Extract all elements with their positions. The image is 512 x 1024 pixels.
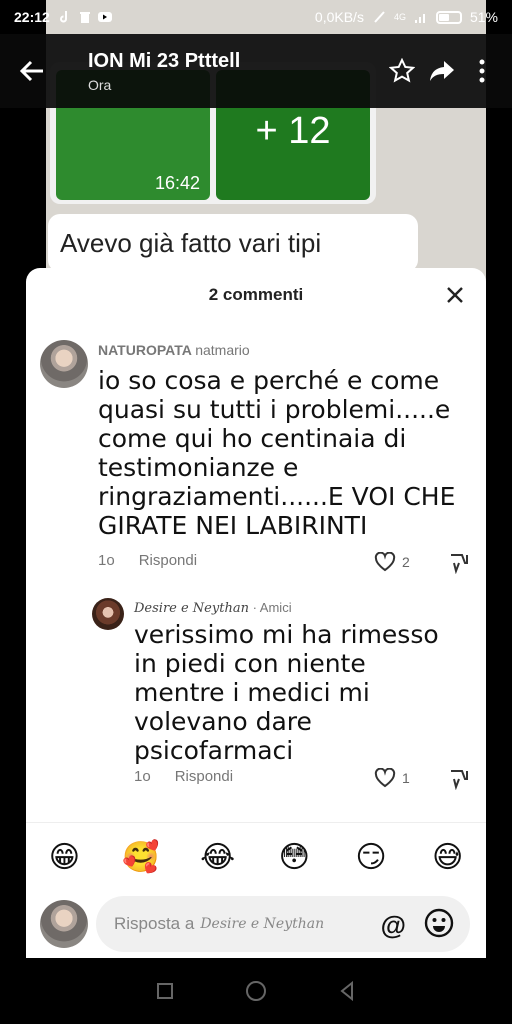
share-button[interactable] bbox=[422, 51, 462, 91]
emoji-button[interactable]: 😳 bbox=[272, 840, 316, 875]
comment-meta: 1o Rispondi bbox=[134, 768, 233, 785]
like-count: 2 bbox=[402, 554, 410, 570]
dislike-button[interactable] bbox=[448, 768, 470, 795]
reply-button[interactable]: Rispondi bbox=[175, 768, 233, 785]
network-speed: 0,0KB/s bbox=[314, 9, 364, 25]
status-time: 22:12 bbox=[14, 9, 50, 25]
more-media-count: + 12 bbox=[255, 110, 331, 152]
tiktok-icon bbox=[59, 11, 67, 23]
thumb-down-icon bbox=[451, 554, 468, 575]
chat-title: ION Mi 23 Ptttell bbox=[88, 49, 241, 72]
reply-input[interactable]: Risposta a Desire e Neythan @ bbox=[96, 896, 470, 952]
emoji-button[interactable]: 😅 bbox=[426, 840, 470, 875]
heart-icon bbox=[374, 552, 396, 572]
comment-reply-item: Desire e Neythan · Amici verissimo mi ha… bbox=[26, 596, 486, 796]
smiley-icon[interactable] bbox=[424, 908, 454, 938]
avatar[interactable] bbox=[92, 598, 124, 630]
battery-level: 51% bbox=[469, 9, 498, 25]
network-type: 4G bbox=[393, 12, 406, 22]
status-right: 0,0KB/s 4G 51% bbox=[315, 9, 498, 25]
avatar bbox=[40, 900, 88, 948]
trash-icon bbox=[79, 12, 90, 23]
nav-square-icon[interactable] bbox=[153, 979, 177, 1003]
comment-text: verissimo mi ha rimesso in piedi con nie… bbox=[134, 620, 439, 765]
comment-age: 1o bbox=[134, 768, 151, 785]
emoji-button[interactable]: 😏 bbox=[349, 840, 393, 875]
comments-title: 2 commenti bbox=[208, 285, 304, 304]
emoji-button[interactable]: 🥰 bbox=[119, 840, 163, 875]
comment-age: 1o bbox=[98, 552, 115, 569]
comments-sheet: 2 commenti NATUROPATA natmario io so cos… bbox=[26, 268, 486, 958]
comments-header: 2 commenti bbox=[26, 268, 486, 322]
more-button[interactable] bbox=[462, 51, 502, 91]
media-time: 16:42 bbox=[154, 173, 200, 193]
reply-prefix: Risposta a bbox=[114, 914, 195, 933]
comment-author[interactable]: Desire e Neythan · Amici bbox=[134, 600, 292, 616]
star-icon bbox=[389, 58, 415, 83]
notification-icons bbox=[58, 10, 112, 24]
comment-item: NATUROPATA natmario io so cosa e perché … bbox=[26, 336, 486, 576]
back-arrow-icon bbox=[19, 60, 43, 82]
like-count: 1 bbox=[402, 770, 410, 786]
author-handle: natmario bbox=[195, 342, 250, 358]
comment-meta: 1o Rispondi bbox=[98, 552, 197, 569]
reply-composer: Risposta a Desire e Neythan @ bbox=[26, 892, 486, 958]
chat-message-bubble: Avevo già fatto vari tipi bbox=[48, 214, 418, 272]
more-vertical-icon bbox=[479, 59, 485, 83]
signal-icon bbox=[414, 14, 425, 23]
friend-tag: · Amici bbox=[252, 600, 292, 615]
thumb-down-icon bbox=[451, 770, 468, 791]
reply-button[interactable]: Rispondi bbox=[139, 552, 197, 569]
chat-title-block[interactable]: ION Mi 23 Ptttell Ora bbox=[64, 50, 382, 93]
share-icon bbox=[430, 61, 454, 81]
battery-icon bbox=[435, 10, 462, 24]
author-name: NATUROPATA bbox=[98, 342, 192, 358]
comment-text: io so cosa e perché e come quasi su tutt… bbox=[98, 366, 456, 540]
close-icon bbox=[447, 287, 463, 303]
youtube-icon bbox=[97, 12, 112, 22]
chat-header: ION Mi 23 Ptttell Ora bbox=[0, 34, 512, 108]
comment-author[interactable]: NATUROPATA natmario bbox=[98, 342, 250, 358]
mention-button[interactable]: @ bbox=[381, 910, 406, 941]
like-button[interactable]: 2 bbox=[374, 552, 410, 572]
avatar[interactable] bbox=[40, 340, 88, 388]
system-nav-bar bbox=[0, 958, 512, 1024]
reply-target: Desire e Neythan bbox=[200, 916, 325, 932]
heart-icon bbox=[374, 768, 396, 788]
emoji-quick-bar: 😁 🥰 😂 😳 😏 😅 bbox=[26, 822, 486, 892]
nav-home-icon[interactable] bbox=[244, 979, 268, 1003]
like-button[interactable]: 1 bbox=[374, 768, 410, 788]
chat-subtitle: Ora bbox=[88, 76, 112, 93]
star-button[interactable] bbox=[382, 51, 422, 91]
emoji-button[interactable]: 😂 bbox=[196, 840, 240, 875]
back-button[interactable] bbox=[0, 34, 64, 108]
dislike-button[interactable] bbox=[448, 552, 470, 579]
emoji-button[interactable]: 😁 bbox=[42, 840, 86, 875]
nav-back-icon[interactable] bbox=[335, 979, 359, 1003]
author-name: Desire e Neythan bbox=[134, 601, 249, 616]
close-button[interactable] bbox=[442, 282, 468, 308]
mute-icon bbox=[374, 11, 385, 23]
status-bar: 22:12 0,0KB/s 4G 51% bbox=[0, 0, 512, 34]
